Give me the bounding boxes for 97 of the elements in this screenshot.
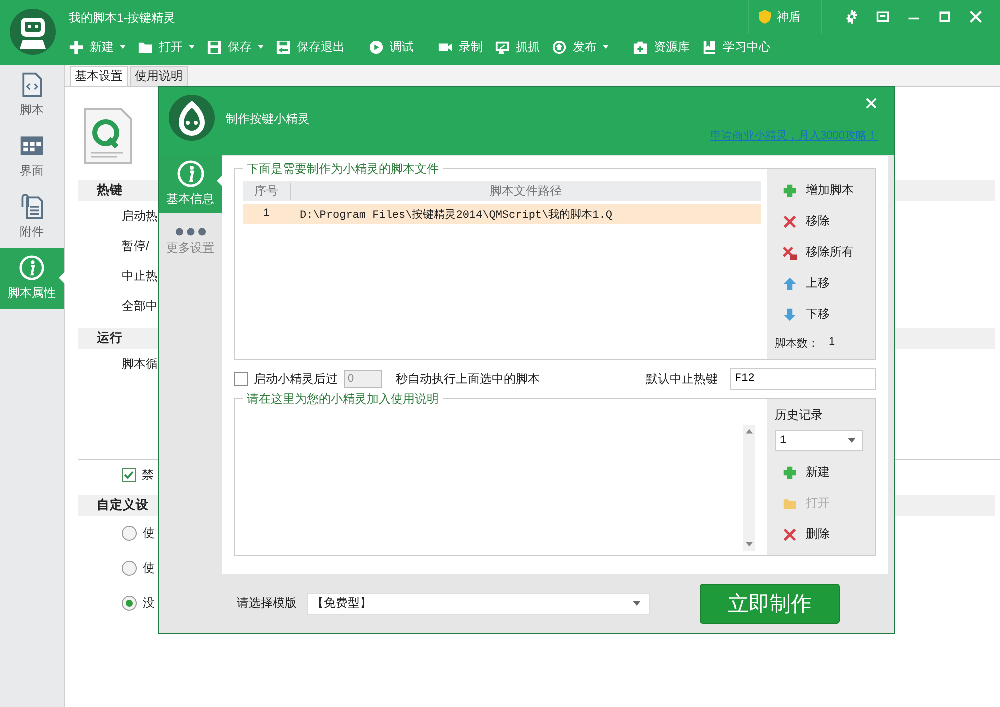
table-row[interactable]: 1 D:\Program Files\按键精灵2014\QMScript\我的脚本1.Q [243, 204, 761, 224]
plus-icon [69, 40, 84, 54]
case-icon [633, 40, 648, 54]
tab[interactable]: 基本设置 [70, 66, 128, 86]
table-cell-text: D:\Program Files\按键精灵2014\QMScript\我的脚本1.Q [299, 208, 614, 222]
toolbar-button[interactable]: 抓抓 [495, 38, 540, 56]
field-label: 默认中止热键 [646, 370, 718, 388]
toolbar-button[interactable]: 打开 [138, 38, 195, 56]
action-button[interactable]: 移除 [775, 206, 875, 237]
sidebar-item[interactable]: 界面 [0, 126, 64, 187]
radio-button[interactable] [122, 561, 137, 576]
caret-icon [633, 601, 641, 606]
saveexit-icon [276, 40, 291, 54]
nav-item[interactable]: 更多设置 [159, 213, 222, 271]
history-dropdown[interactable]: 1 [775, 430, 863, 451]
tab[interactable]: 使用说明 [130, 66, 188, 86]
template-dropdown[interactable]: 【免费型】 [307, 592, 650, 614]
publish-icon [552, 40, 567, 54]
script-count-label: 脚本数： [775, 337, 819, 351]
toolbar-button[interactable]: 资源库 [633, 38, 690, 56]
plus-icon [783, 184, 797, 198]
checkbox[interactable] [234, 372, 248, 386]
scrollbar[interactable] [743, 425, 755, 551]
action-button[interactable]: 下移 [775, 299, 875, 330]
history-button[interactable]: 新建 [775, 457, 875, 488]
toolbar-button[interactable]: 保存退出 [276, 38, 345, 56]
window-title: 我的脚本1-按键精灵 [69, 10, 177, 26]
caret-icon [189, 45, 195, 49]
caret-icon [258, 45, 264, 49]
radio-button[interactable] [122, 596, 137, 611]
toolbar-button[interactable]: 录制 [438, 38, 483, 56]
table-cell-text: 1 [262, 208, 271, 220]
setting-label: 中止热 [122, 268, 158, 284]
settings-icon[interactable] [845, 10, 859, 24]
info-icon [176, 160, 204, 188]
seconds-field[interactable]: 0 [344, 370, 382, 388]
caret-icon [603, 45, 609, 49]
folder-icon [783, 496, 797, 510]
make-button[interactable]: 立即制作 [700, 584, 840, 624]
setting-label: 脚本循 [122, 356, 158, 372]
play-icon [369, 40, 384, 54]
toolbar-button[interactable]: 保存 [207, 38, 264, 56]
checkbox[interactable] [122, 468, 136, 482]
maximize-icon[interactable] [938, 10, 952, 24]
setting-label: 启动热 [122, 208, 158, 224]
radio-label: 使 [143, 525, 155, 542]
history-label: 历史记录 [775, 407, 824, 424]
action-button[interactable]: 上移 [775, 268, 875, 299]
scroll-down-icon[interactable] [746, 542, 752, 547]
toolbar-button[interactable]: 调试 [369, 38, 414, 56]
capture-icon [495, 40, 510, 54]
sidebar-item[interactable]: 脚本属性 [0, 248, 64, 309]
sprite-logo-icon [169, 95, 215, 141]
sidebar-item[interactable]: 附件 [0, 187, 64, 248]
toolbar-button[interactable]: 学习中心 [702, 38, 771, 56]
up-arrow-icon [783, 276, 797, 290]
shield-icon [759, 10, 771, 24]
setting-label: 全部中 [122, 298, 158, 314]
down-arrow-icon [783, 308, 797, 322]
seconds-suffix: 秒自动执行上面选中的脚本 [396, 370, 540, 388]
cross-icon [783, 528, 797, 542]
dialog-title: 制作按键小精灵 [226, 111, 310, 128]
caret-icon [120, 45, 126, 49]
script-count: 1 [829, 336, 836, 350]
radio-label: 使 [143, 560, 155, 577]
toolbar-button[interactable]: 新建 [69, 38, 126, 56]
hotkey-field[interactable]: F12 [730, 368, 876, 390]
setting-label: 暂停/ [122, 238, 150, 254]
robot-logo-icon [10, 9, 56, 55]
shield-button[interactable]: 神盾 [748, 0, 822, 34]
nav-item[interactable]: 基本信息 [159, 155, 222, 213]
radio-button[interactable] [122, 526, 137, 541]
clip-icon [19, 194, 45, 220]
scroll-up-icon[interactable] [746, 429, 752, 434]
checkbox-label: 启动小精灵后过 [254, 370, 338, 388]
template-label: 请选择模版 [237, 595, 297, 612]
toolbar-button[interactable]: 发布 [552, 38, 609, 56]
info-icon [19, 255, 45, 281]
cross-icon [783, 214, 797, 228]
plus-icon [783, 466, 797, 480]
close-icon[interactable] [866, 98, 877, 109]
script-file-icon [83, 107, 133, 165]
close-icon[interactable] [969, 10, 983, 24]
save-icon [207, 40, 222, 54]
group-title: 请在这里为您的小精灵加入使用说明 [243, 391, 443, 408]
sidebar-item[interactable]: 脚本 [0, 65, 64, 126]
column-header: 脚本文件路径 [489, 182, 563, 200]
checkbox-label: 禁 [142, 466, 154, 484]
action-button[interactable]: 移除所有 [775, 237, 875, 268]
more-icon [174, 227, 206, 237]
history-button[interactable]: 删除 [775, 519, 875, 550]
cross-all-icon [783, 246, 797, 260]
column-header: 序号 [243, 182, 291, 200]
group-title: 下面是需要制作为小精灵的脚本文件 [243, 161, 443, 178]
book-icon [702, 40, 717, 54]
caret-icon [848, 438, 856, 443]
radio-label: 没 [143, 595, 155, 612]
